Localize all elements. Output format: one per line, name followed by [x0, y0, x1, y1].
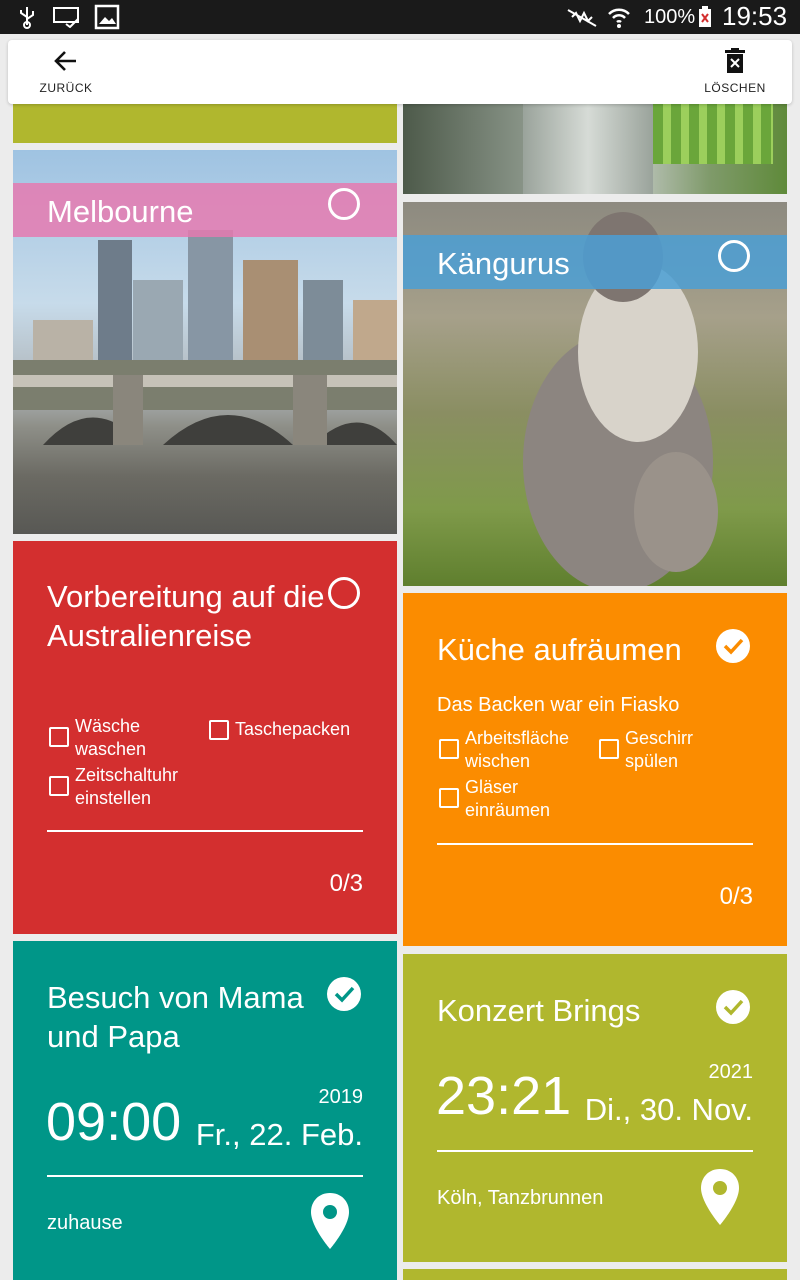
- visit-title-line1: Besuch von Mama: [47, 980, 304, 1015]
- image-icon: [94, 4, 120, 35]
- bridge: [13, 375, 397, 445]
- australia-title-line2: Australienreise: [47, 618, 253, 653]
- battery-percent: 100%: [644, 6, 696, 28]
- divider: [47, 1175, 363, 1177]
- item-label: Gläser: [465, 777, 519, 797]
- event-date: Di., 30. Nov.: [584, 1092, 753, 1127]
- checkbox[interactable]: [49, 776, 69, 796]
- event-location: Köln, Tanzbrunnen: [437, 1187, 604, 1209]
- checkbox[interactable]: [209, 720, 229, 740]
- card-kangaroos[interactable]: Kängurus: [403, 202, 787, 586]
- event-time: 09:00: [46, 1092, 182, 1152]
- back-label: ZURÜCK: [39, 81, 93, 95]
- select-circle-icon[interactable]: [328, 577, 360, 609]
- event-date: Fr., 22. Feb.: [195, 1117, 363, 1152]
- checklist-item[interactable]: Gläser einräumen: [439, 776, 550, 822]
- concert-title: Konzert Brings: [437, 993, 641, 1028]
- kangaroos-title: Kängurus: [437, 246, 570, 281]
- checklist-item[interactable]: Geschirr spülen: [599, 727, 693, 773]
- status-bar: 100% 19:53: [0, 0, 800, 34]
- location-pin-icon[interactable]: [309, 1191, 351, 1256]
- checked-circle-icon[interactable]: [327, 977, 361, 1011]
- partial-image-card[interactable]: [403, 104, 787, 194]
- progress-count: 0/3: [329, 870, 363, 897]
- select-circle-icon[interactable]: [328, 188, 360, 220]
- checklist-item[interactable]: Arbeitsfläche wischen: [439, 727, 569, 773]
- partial-card-bottom[interactable]: [403, 1269, 787, 1280]
- card-parents-visit[interactable]: Besuch von Mama und Papa 2019 09:00 Fr.,…: [13, 941, 397, 1280]
- delete-label: LÖSCHEN: [704, 81, 766, 95]
- divider: [47, 830, 363, 832]
- arrow-back-icon: [36, 48, 96, 77]
- checklist-item[interactable]: Wäsche waschen: [49, 715, 146, 761]
- item-label: Wäsche: [75, 716, 141, 736]
- partial-card-olive[interactable]: [13, 104, 397, 143]
- item-label: Taschepacken: [235, 719, 351, 739]
- visit-title-line2: und Papa: [47, 1019, 180, 1054]
- select-circle-icon[interactable]: [718, 240, 750, 272]
- checkbox[interactable]: [49, 727, 69, 747]
- bucket-shape: [523, 104, 653, 194]
- item-label: Geschirr: [625, 728, 694, 748]
- checkbox[interactable]: [599, 739, 619, 759]
- item-label: einräumen: [465, 800, 551, 820]
- checklist-item[interactable]: Taschepacken: [209, 718, 350, 741]
- item-label: einstellen: [75, 788, 152, 808]
- checklist-item[interactable]: Zeitschaltuhr einstellen: [49, 764, 178, 810]
- australia-title-line1: Vorbereitung auf die: [47, 579, 325, 614]
- kitchen-subtitle: Das Backen war ein Fiasko: [437, 694, 680, 716]
- card-concert[interactable]: Konzert Brings 2021 23:21 Di., 30. Nov. …: [403, 954, 787, 1262]
- item-label: Arbeitsfläche: [465, 728, 570, 748]
- checked-circle-icon[interactable]: [716, 629, 750, 663]
- card-kitchen-checklist[interactable]: Küche aufräumen Das Backen war ein Fiask…: [403, 593, 787, 946]
- item-label: Zeitschaltuhr: [75, 765, 179, 785]
- event-time: 23:21: [436, 1066, 572, 1126]
- clock: 19:53: [722, 1, 788, 31]
- checked-circle-icon[interactable]: [716, 990, 750, 1024]
- checkbox[interactable]: [439, 739, 459, 759]
- toolbar: ZURÜCK LÖSCHEN: [8, 40, 792, 104]
- event-location: zuhause: [47, 1212, 123, 1234]
- battery-icon: [698, 6, 712, 33]
- screen-cast-icon: [52, 6, 82, 33]
- event-year: 2019: [318, 1086, 364, 1108]
- event-year: 2021: [708, 1061, 754, 1083]
- divider: [437, 1150, 753, 1152]
- delete-button[interactable]: LÖSCHEN: [702, 48, 768, 95]
- progress-count: 0/3: [719, 883, 753, 910]
- checkbox[interactable]: [439, 788, 459, 808]
- item-label: spülen: [625, 751, 679, 771]
- kitchen-title: Küche aufräumen: [437, 632, 682, 667]
- back-button[interactable]: ZURÜCK: [36, 48, 96, 95]
- card-australia-checklist[interactable]: Vorbereitung auf die Australienreise Wäs…: [13, 541, 397, 934]
- bamboo-shape: [653, 104, 773, 164]
- usb-icon: [18, 5, 36, 34]
- location-pin-icon[interactable]: [699, 1167, 741, 1232]
- melbourne-title: Melbourne: [47, 194, 194, 229]
- wifi-icon: [606, 4, 632, 35]
- item-label: waschen: [75, 739, 147, 759]
- item-label: wischen: [465, 751, 531, 771]
- divider: [437, 843, 753, 845]
- card-melbourne[interactable]: Melbourne: [13, 150, 397, 534]
- trash-icon: [702, 48, 768, 77]
- mute-icon: [566, 6, 600, 33]
